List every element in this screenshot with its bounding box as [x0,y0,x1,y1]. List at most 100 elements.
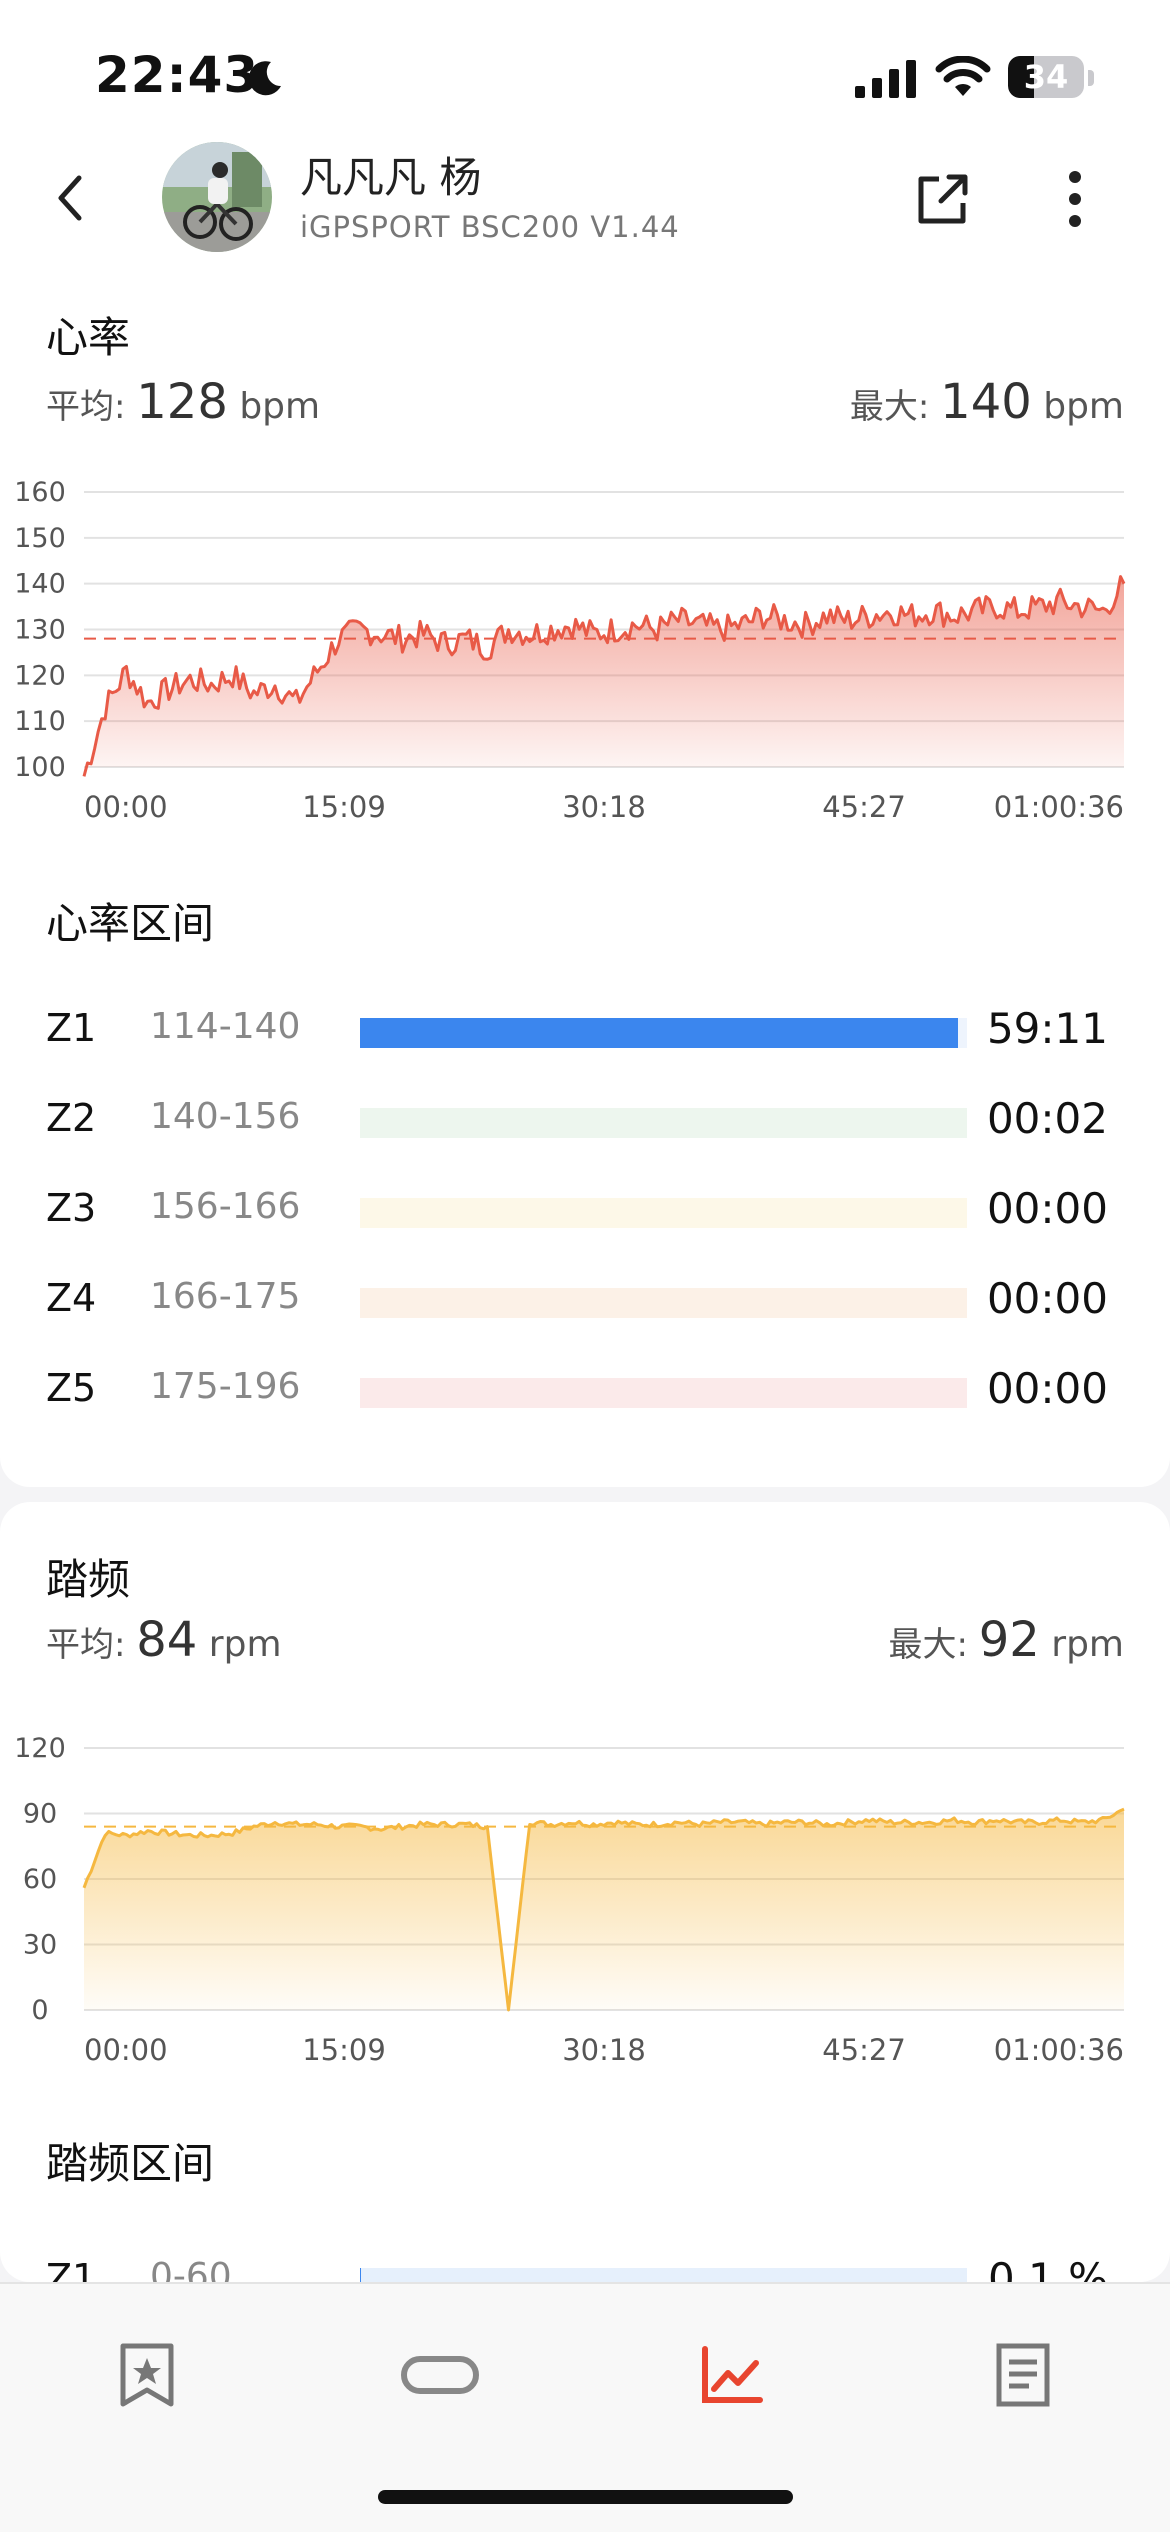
x-tick-label: 00:00 [84,790,168,824]
avg-unit: bpm [227,386,321,427]
zone-label: Z4 [46,1276,97,1320]
header: 凡凡凡 杨 iGPSPORT BSC200 V1.44 [0,140,1170,262]
x-tick-label: 15:09 [302,2033,386,2067]
y-tick-label: 30 [23,1930,57,1961]
zone-label: Z3 [46,1186,97,1230]
avg-label: 平均: [46,387,137,427]
series-area [84,1809,1124,2010]
x-tick-label: 45:27 [822,790,906,824]
x-tick-label: 30:18 [562,790,646,824]
zone-range: 166-175 [150,1276,301,1317]
max-value: 92 [978,1612,1040,1668]
avg-unit: rpm [197,1624,282,1665]
y-tick-label: 130 [14,615,66,646]
y-tick-label: 110 [14,706,66,737]
zone-row: Z3 156-166 00:00 [0,1182,1170,1242]
cadence-zones-title: 踏频区间 [46,2139,215,2188]
tab-route[interactable] [385,2320,495,2430]
y-tick-label: 120 [14,1733,66,1764]
device-name: iGPSPORT BSC200 V1.44 [300,210,680,244]
trend-chart-icon [702,2346,763,2403]
tab-favorites[interactable] [92,2320,202,2430]
zone-bar [360,1288,967,1318]
heart-rate-card: 心率 平均: 128 bpm 最大: 140 bpm 160 150 140 130 1… [0,262,1170,1487]
star-bookmark-icon [120,2343,174,2407]
max-label: 最大: [888,1625,979,1665]
hr-zones-title: 心率区间 [46,899,215,948]
status-bar: 22:43 34 [0,0,1170,140]
zone-label: Z5 [46,1366,97,1410]
home-indicator [378,2490,793,2504]
cyclist-photo [162,142,272,252]
heart-rate-chart[interactable]: 160 150 140 130 120 110 100 00:00 15:09 30:18 45:2… [0,442,1170,832]
max-unit: rpm [1039,1624,1124,1665]
zone-range: 140-156 [150,1096,301,1137]
more-options-button[interactable] [1040,164,1110,234]
status-time: 22:43 [95,46,260,104]
zone-label: Z1 [46,1006,97,1050]
battery-percentage: 34 [1023,58,1069,96]
zone-time: 00:00 [986,1274,1108,1323]
zone-time: 00:02 [986,1094,1108,1143]
y-tick-label: 150 [14,523,66,554]
cadence-title: 踏频 [46,1555,131,1604]
y-tick-label: 140 [14,569,66,600]
avatar[interactable] [162,142,272,252]
battery-icon: 34 [1008,56,1084,98]
y-tick-label: 60 [23,1864,57,1895]
y-tick-label: 160 [14,477,66,508]
user-name: 凡凡凡 杨 [300,153,482,202]
loop-route-icon [401,2356,479,2394]
avg-value: 84 [136,1612,198,1668]
zone-row: Z1 114-140 59:11 [0,1002,1170,1062]
tab-details[interactable] [968,2320,1078,2430]
cadence-max: 最大: 92 rpm [888,1612,1124,1668]
zone-row: Z4 166-175 00:00 [0,1272,1170,1332]
cadence-average: 平均: 84 rpm [46,1612,282,1668]
zone-time: 00:00 [986,1184,1108,1233]
wifi-icon [935,56,991,96]
zone-range: 114-140 [150,1006,301,1047]
series-area [84,576,1124,777]
x-tick-label: 00:00 [84,2033,168,2067]
zone-range: 156-166 [150,1186,301,1227]
x-tick-label: 01:00:36 [994,2033,1124,2067]
max-unit: bpm [1031,386,1124,427]
y-tick-label: 90 [23,1799,57,1830]
moon-icon [248,61,281,96]
avg-value: 128 [136,374,228,430]
avg-label: 平均: [46,1625,137,1665]
y-tick-label: 100 [14,752,66,783]
zone-label: Z2 [46,1096,97,1140]
zone-time: 59:11 [986,1004,1108,1053]
share-icon [918,174,968,224]
max-label: 最大: [849,387,941,427]
battery-tip [1088,70,1094,86]
cadence-card: 踏频 平均: 84 rpm 最大: 92 rpm 120 90 60 30 0 00:00… [0,1502,1170,2303]
x-tick-label: 01:00:36 [994,790,1124,824]
zone-bar-fill [360,1018,958,1048]
heart-rate-max: 最大: 140 bpm [850,374,1124,430]
share-button[interactable] [908,164,978,234]
zone-bar [360,1018,967,1048]
zone-bar [360,1378,967,1408]
x-tick-label: 45:27 [822,2033,906,2067]
y-tick-label: 0 [31,1995,48,2026]
x-tick-label: 15:09 [302,790,386,824]
more-vertical-icon [1069,171,1081,227]
zone-range: 175-196 [150,1366,301,1407]
zone-bar [360,1108,967,1138]
x-tick-label: 30:18 [562,2033,646,2067]
heart-rate-average: 平均: 128 bpm [46,374,320,430]
back-button[interactable] [40,168,100,228]
zone-bar [360,1198,967,1228]
chevron-left-icon [58,175,82,221]
max-value: 140 [940,374,1032,430]
zone-row: Z5 175-196 00:00 [0,1362,1170,1422]
tab-charts[interactable] [677,2320,787,2430]
signal-icon [855,60,916,98]
zone-row: Z2 140-156 00:02 [0,1092,1170,1152]
zone-time: 00:00 [986,1364,1108,1413]
y-tick-label: 120 [14,660,66,691]
cadence-chart[interactable]: 120 90 60 30 0 00:00 15:09 30:18 45:27 01:00:36 [0,1720,1170,2080]
